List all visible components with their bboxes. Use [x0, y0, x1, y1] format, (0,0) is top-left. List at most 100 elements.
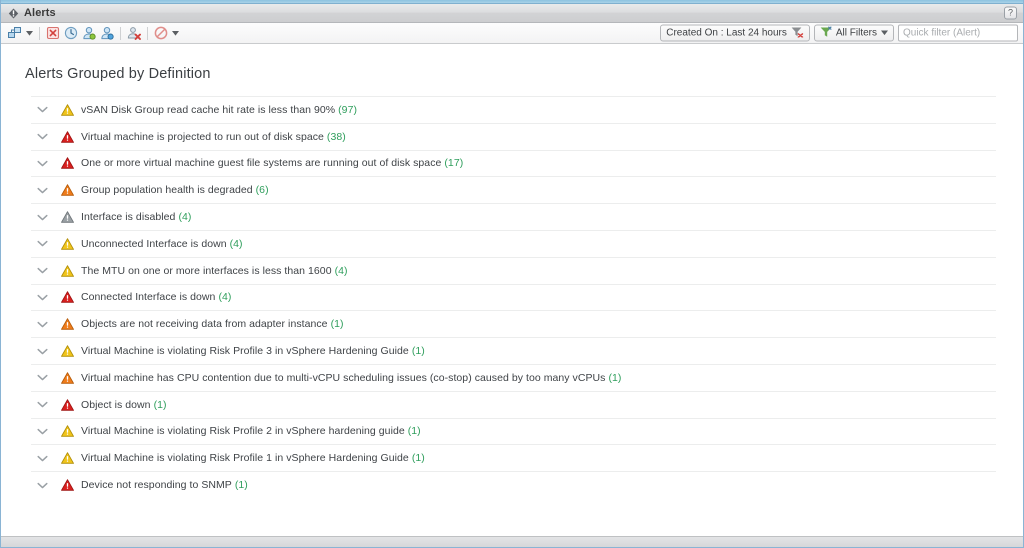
alert-count-badge: (38) — [326, 130, 346, 143]
chevron-down-icon[interactable] — [31, 401, 53, 408]
status-bar — [1, 536, 1023, 547]
alert-row[interactable]: Virtual machine is projected to run out … — [31, 122, 996, 150]
toolbar-separator-3 — [147, 26, 148, 40]
toolbar-separator-2 — [120, 26, 121, 40]
titlebar-left: Alerts — [8, 7, 56, 19]
all-filters-label: All Filters — [835, 27, 877, 38]
alert-count-badge: (4) — [334, 264, 348, 277]
alert-row[interactable]: The MTU on one or more interfaces is les… — [31, 256, 996, 284]
severity-immediate-icon — [53, 318, 81, 331]
alert-definition-label: Virtual machine is projected to run out … — [81, 130, 346, 143]
alert-definition-label: The MTU on one or more interfaces is les… — [81, 264, 348, 277]
alert-row[interactable]: Virtual Machine is violating Risk Profil… — [31, 444, 996, 471]
chevron-down-icon[interactable] — [31, 321, 53, 328]
cancel-alert-icon[interactable] — [44, 25, 62, 42]
alert-definition-label: Objects are not receiving data from adap… — [81, 318, 344, 331]
chevron-down-icon[interactable] — [31, 428, 53, 435]
page-title: Alerts Grouped by Definition — [25, 66, 211, 82]
open-relationship-dropdown-caret[interactable] — [24, 25, 35, 42]
assign-owner-icon[interactable] — [98, 25, 116, 42]
alert-row[interactable]: One or more virtual machine guest file s… — [31, 149, 996, 177]
alert-row[interactable]: Virtual Machine is violating Risk Profil… — [31, 417, 996, 445]
alert-count-badge: (1) — [234, 479, 248, 492]
alert-row[interactable]: Object is down (1) — [31, 390, 996, 418]
suppress-icon[interactable] — [152, 25, 170, 42]
alert-count-badge: (97) — [338, 103, 358, 116]
quick-filter-input[interactable] — [898, 24, 1018, 42]
alert-definition-label: vSAN Disk Group read cache hit rate is l… — [81, 103, 358, 116]
severity-warning-icon — [53, 264, 81, 277]
alert-row[interactable]: Group population health is degraded (6) — [31, 176, 996, 203]
alert-row[interactable]: vSAN Disk Group read cache hit rate is l… — [31, 96, 996, 123]
chevron-down-icon[interactable] — [31, 106, 53, 113]
severity-warning-icon — [53, 345, 81, 357]
help-button[interactable]: ? — [1004, 6, 1017, 20]
alerts-content-pane: Alerts Grouped by Definition vSAN Disk G… — [1, 44, 1023, 536]
alert-count-badge: (17) — [444, 157, 464, 170]
severity-warning-icon — [53, 452, 81, 465]
severity-immediate-icon — [53, 372, 81, 384]
severity-critical-icon — [53, 157, 81, 170]
alert-count-badge: (4) — [229, 237, 243, 250]
severity-immediate-icon — [53, 184, 81, 197]
chevron-down-icon[interactable] — [31, 374, 53, 381]
chevron-down-icon[interactable] — [31, 214, 53, 221]
alert-definition-label: Object is down (1) — [81, 398, 167, 411]
alert-definition-label: Virtual Machine is violating Risk Profil… — [81, 452, 425, 465]
suspend-alert-icon[interactable] — [62, 25, 80, 42]
severity-critical-icon — [53, 130, 81, 143]
alert-row[interactable]: Objects are not receiving data from adap… — [31, 310, 996, 337]
window-titlebar: Alerts ? — [1, 4, 1023, 23]
toolbar-right-group: Created On : Last 24 hours All Filters — [660, 24, 1018, 42]
chevron-down-icon — [881, 28, 888, 39]
severity-warning-icon — [53, 425, 81, 438]
alert-definition-label: Group population health is degraded (6) — [81, 184, 269, 197]
alert-count-badge: (1) — [153, 398, 167, 411]
clear-filter-icon[interactable] — [791, 26, 804, 40]
alert-count-badge: (1) — [330, 318, 344, 331]
severity-warning-icon — [53, 238, 81, 250]
alert-definition-label: Connected Interface is down (4) — [81, 291, 232, 304]
alert-count-badge: (1) — [608, 371, 622, 384]
alert-definition-label: Virtual Machine is violating Risk Profil… — [81, 345, 425, 358]
take-ownership-icon[interactable] — [80, 25, 98, 42]
suppress-dropdown-caret[interactable] — [170, 25, 181, 42]
alert-definition-label: Virtual Machine is violating Risk Profil… — [81, 425, 421, 438]
alert-row[interactable]: Unconnected Interface is down (4) — [31, 229, 996, 257]
alert-definition-label: Device not responding to SNMP (1) — [81, 479, 248, 492]
chevron-down-icon[interactable] — [31, 240, 53, 247]
chevron-down-icon[interactable] — [31, 267, 53, 274]
alert-count-badge: (1) — [411, 452, 425, 465]
alert-count-badge: (6) — [255, 184, 269, 197]
severity-warning-icon — [53, 104, 81, 116]
chevron-down-icon[interactable] — [31, 160, 53, 167]
alerts-window: Alerts ? Created On: Last 24 hours All … — [0, 0, 1024, 548]
severity-info-icon — [53, 211, 81, 223]
open-relationship-icon[interactable] — [6, 25, 24, 42]
created-on-filter-chip[interactable]: Created On : Last 24 hours — [660, 24, 810, 42]
chevron-down-icon[interactable] — [31, 348, 53, 355]
chevron-down-icon[interactable] — [31, 482, 53, 489]
created-on-filter-label: Created On : Last 24 hours — [666, 27, 787, 38]
chevron-down-icon[interactable] — [31, 187, 53, 194]
release-ownership-icon[interactable] — [125, 25, 143, 42]
alert-row[interactable]: Connected Interface is down (4) — [31, 283, 996, 311]
all-filters-button[interactable]: All Filters — [813, 24, 894, 42]
alert-definition-label: Unconnected Interface is down (4) — [81, 237, 243, 250]
alert-count-badge: (4) — [218, 291, 232, 304]
chevron-down-icon[interactable] — [31, 133, 53, 140]
severity-critical-icon — [53, 479, 81, 491]
window-title: Alerts — [24, 7, 56, 19]
toolbar-separator-1 — [39, 26, 40, 40]
alerts-toolbar: Created On : Last 24 hours All Filters — [1, 23, 1023, 44]
alert-definition-label: One or more virtual machine guest file s… — [81, 157, 464, 170]
alert-definition-label: Virtual machine has CPU contention due t… — [81, 371, 622, 384]
chevron-down-icon[interactable] — [31, 455, 53, 462]
chevron-down-icon[interactable] — [31, 294, 53, 301]
alert-row[interactable]: Device not responding to SNMP (1) — [31, 471, 996, 498]
alert-row[interactable]: Virtual machine has CPU contention due t… — [31, 363, 996, 391]
alerts-grouped-list: vSAN Disk Group read cache hit rate is l… — [1, 96, 1023, 498]
alert-row[interactable]: Virtual Machine is violating Risk Profil… — [31, 337, 996, 364]
alert-row[interactable]: Interface is disabled (4) — [31, 203, 996, 230]
severity-critical-icon — [53, 291, 81, 304]
